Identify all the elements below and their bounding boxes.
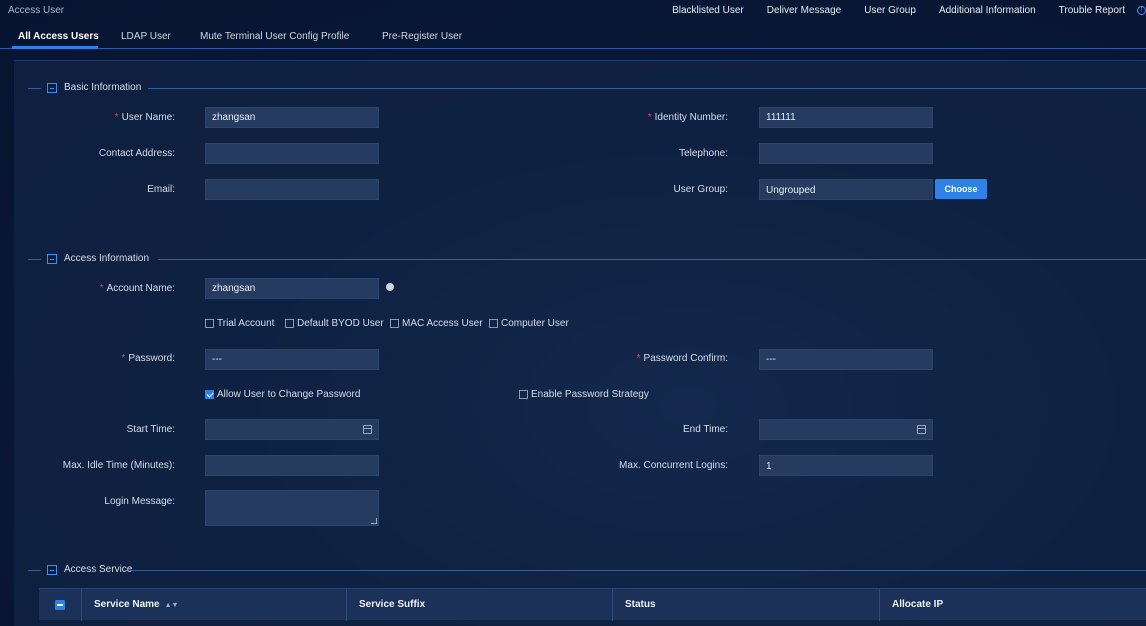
end-time-label: End Time: [682, 424, 728, 435]
login-message-label: Login Message: [104, 496, 175, 507]
checkbox-icon [519, 390, 528, 399]
checkbox-checked-icon [205, 390, 214, 399]
app-title: Access User [8, 5, 65, 16]
active-tab-indicator [12, 46, 98, 49]
service-table-header: Service Name ▲▼ Service Suffix Status All… [39, 588, 1146, 621]
password-label: * Password: [121, 353, 175, 364]
password-confirm-label: * Password Confirm: [636, 353, 728, 364]
access-information-header: Access Information [28, 253, 1146, 265]
user-name-input[interactable]: zhangsan [205, 107, 379, 128]
collapse-toggle-icon[interactable] [47, 254, 57, 264]
user-group-input[interactable]: Ungrouped [759, 179, 933, 200]
identity-number-label: * Identity Number: [647, 112, 728, 123]
user-group-link[interactable]: User Group [864, 5, 916, 16]
access-service-header: Access Service [28, 564, 1146, 576]
section-title: Access Information [64, 253, 150, 264]
allow-change-password-checkbox[interactable]: Allow User to Change Password [205, 389, 360, 400]
collapse-toggle-icon[interactable] [47, 565, 57, 575]
choose-button[interactable]: Choose [935, 179, 987, 199]
tab-mute-terminal-user-config-profile[interactable]: Mute Terminal User Config Profile [200, 31, 349, 42]
column-status: Status [613, 589, 880, 621]
email-label: Email: [147, 184, 175, 195]
identity-number-input[interactable]: 111111 [759, 107, 933, 128]
required-mark: * [647, 112, 652, 123]
calendar-icon[interactable] [363, 425, 372, 434]
column-allocate-ip: Allocate IP [892, 599, 944, 610]
info-dot-icon[interactable] [386, 283, 394, 291]
select-all-checkbox-icon[interactable] [55, 600, 65, 610]
trouble-report-link[interactable]: Trouble Report [1059, 5, 1125, 16]
max-idle-time-label: Max. Idle Time (Minutes): [62, 460, 175, 471]
checkbox-icon [489, 319, 498, 328]
help-icon[interactable]: ! [1137, 6, 1146, 15]
user-name-label: * User Name: [114, 112, 175, 123]
form-panel [14, 60, 1146, 626]
additional-information-link[interactable]: Additional Information [939, 5, 1036, 16]
checkbox-icon [285, 319, 294, 328]
tab-ldap-user[interactable]: LDAP User [121, 31, 171, 42]
top-bar: Access User Blacklisted User Deliver Mes… [0, 0, 1146, 22]
checkbox-icon [390, 319, 399, 328]
top-links: Blacklisted User Deliver Message User Gr… [649, 5, 1146, 16]
tab-pre-register-user[interactable]: Pre-Register User [382, 31, 462, 42]
account-name-input[interactable]: zhangsan [205, 278, 379, 299]
resize-handle-icon[interactable] [371, 518, 377, 524]
password-input[interactable]: --- [205, 349, 379, 370]
sort-icon[interactable]: ▲▼ [165, 602, 179, 609]
max-concurrent-logins-input[interactable]: 1 [759, 455, 933, 476]
calendar-icon[interactable] [917, 425, 926, 434]
checkbox-icon [205, 319, 214, 328]
required-mark: * [121, 353, 126, 364]
telephone-input[interactable] [759, 143, 933, 164]
trial-account-checkbox[interactable]: Trial Account [205, 318, 274, 329]
email-input[interactable] [205, 179, 379, 200]
login-message-textarea[interactable] [205, 490, 379, 526]
section-title: Basic Information [64, 82, 142, 93]
enable-password-strategy-checkbox[interactable]: Enable Password Strategy [519, 389, 649, 400]
start-time-input[interactable] [205, 419, 379, 440]
account-name-label: * Account Name: [99, 283, 175, 294]
mac-access-user-checkbox[interactable]: MAC Access User [390, 318, 483, 329]
max-idle-time-input[interactable] [205, 455, 379, 476]
contact-address-label: Contact Address: [98, 148, 175, 159]
column-service-suffix: Service Suffix [347, 589, 613, 621]
required-mark: * [99, 283, 104, 294]
required-mark: * [636, 353, 641, 364]
end-time-input[interactable] [759, 419, 933, 440]
required-mark: * [114, 112, 119, 123]
max-concurrent-logins-label: Max. Concurrent Logins: [619, 460, 728, 471]
start-time-label: Start Time: [126, 424, 175, 435]
computer-user-checkbox[interactable]: Computer User [489, 318, 569, 329]
user-group-label: User Group: [673, 184, 728, 195]
telephone-label: Telephone: [679, 148, 728, 159]
default-byod-user-checkbox[interactable]: Default BYOD User [285, 318, 384, 329]
password-confirm-input[interactable]: --- [759, 349, 933, 370]
basic-information-header: Basic Information [28, 82, 1146, 94]
blacklisted-user-link[interactable]: Blacklisted User [672, 5, 744, 16]
tab-bar: All Access Users LDAP User Mute Terminal… [0, 26, 1146, 49]
deliver-message-link[interactable]: Deliver Message [767, 5, 841, 16]
collapse-toggle-icon[interactable] [47, 83, 57, 93]
section-title: Access Service [64, 564, 133, 575]
column-service-name[interactable]: Service Name ▲▼ [82, 589, 347, 621]
tab-all-access-users[interactable]: All Access Users [18, 31, 99, 42]
contact-address-input[interactable] [205, 143, 379, 164]
select-all-cell[interactable] [39, 589, 82, 621]
